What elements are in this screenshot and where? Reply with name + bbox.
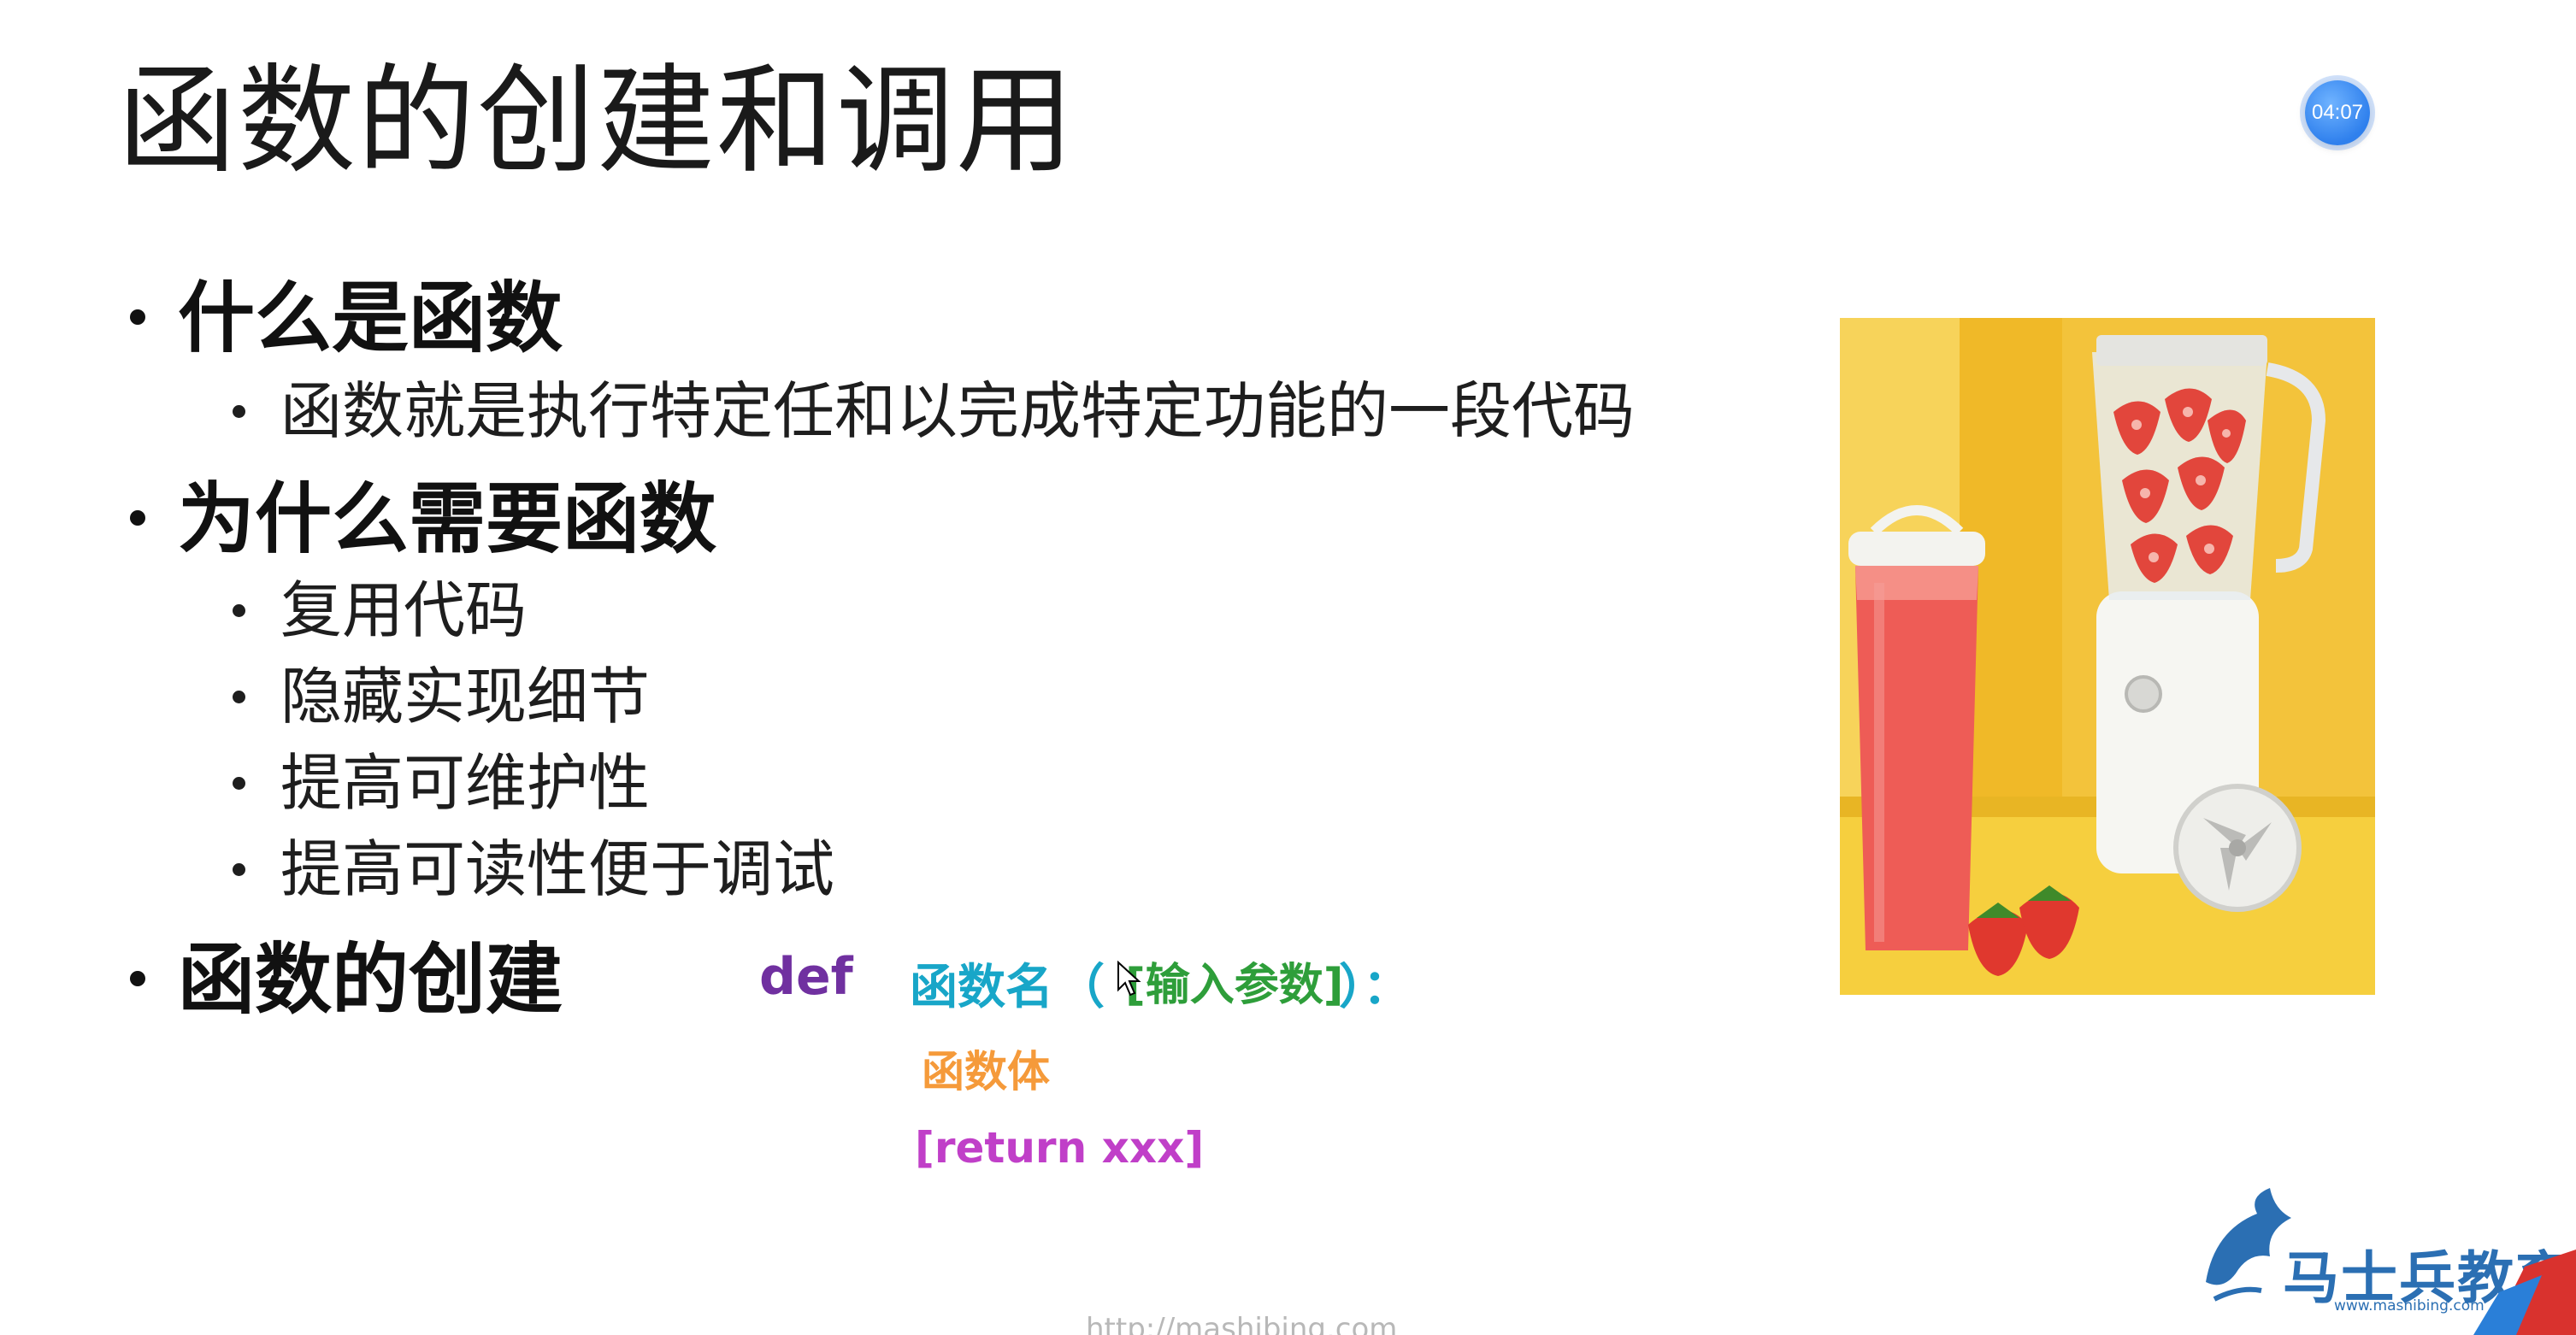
sub-bullet-dot [233,691,245,703]
code-params: [输入参数] [1125,960,1344,1011]
mouse-cursor-icon [1117,961,1141,997]
code-def-keyword: def [759,947,853,1007]
code-return-statement: [return xxx] [915,1123,1205,1173]
brand-logo: 马士兵教育 www.mashibing.com [2189,1179,2576,1335]
slide: 函数的创建和调用 04:07 什么是函数 函数就是执行特定任和以完成特定功能的一… [0,0,2576,1335]
corner-graphic-icon [2473,1250,2576,1335]
sub-bullet-hide-details: 隐藏实现细节 [280,661,651,732]
bullet-what-is-function: 什么是函数 [178,273,563,363]
code-function-body: 函数体 [922,1047,1050,1097]
bullet-function-creation: 函数的创建 [178,935,563,1025]
footer-url: http://mashibing.com [1086,1312,1398,1335]
sub-bullet-reuse: 复用代码 [280,574,528,646]
blender-photo [1840,318,2375,995]
code-paren-close: ）： [1339,960,1411,1015]
code-paren-open: （ [1057,960,1105,1015]
sub-bullet-readability: 提高可读性便于调试 [280,833,835,905]
sub-bullet-maintainability: 提高可维护性 [280,747,651,819]
code-function-name: 函数名 [910,960,1053,1015]
brand-logo-url: www.mashibing.com [2334,1297,2485,1314]
bullet-dot [130,971,145,986]
timer-badge[interactable]: 04:07 [2305,80,2370,145]
bullet-why-function: 为什么需要函数 [178,474,716,564]
sub-bullet-dot [233,863,245,876]
bullet-dot [130,309,145,325]
sub-bullet-dot [233,604,245,617]
sub-bullet-dot [233,777,245,790]
slide-title: 函数的创建和调用 [118,52,1076,190]
bullet-dot [130,510,145,526]
sub-bullet-definition: 函数就是执行特定任和以完成特定功能的一段代码 [280,375,1636,447]
sub-bullet-dot [233,405,245,418]
